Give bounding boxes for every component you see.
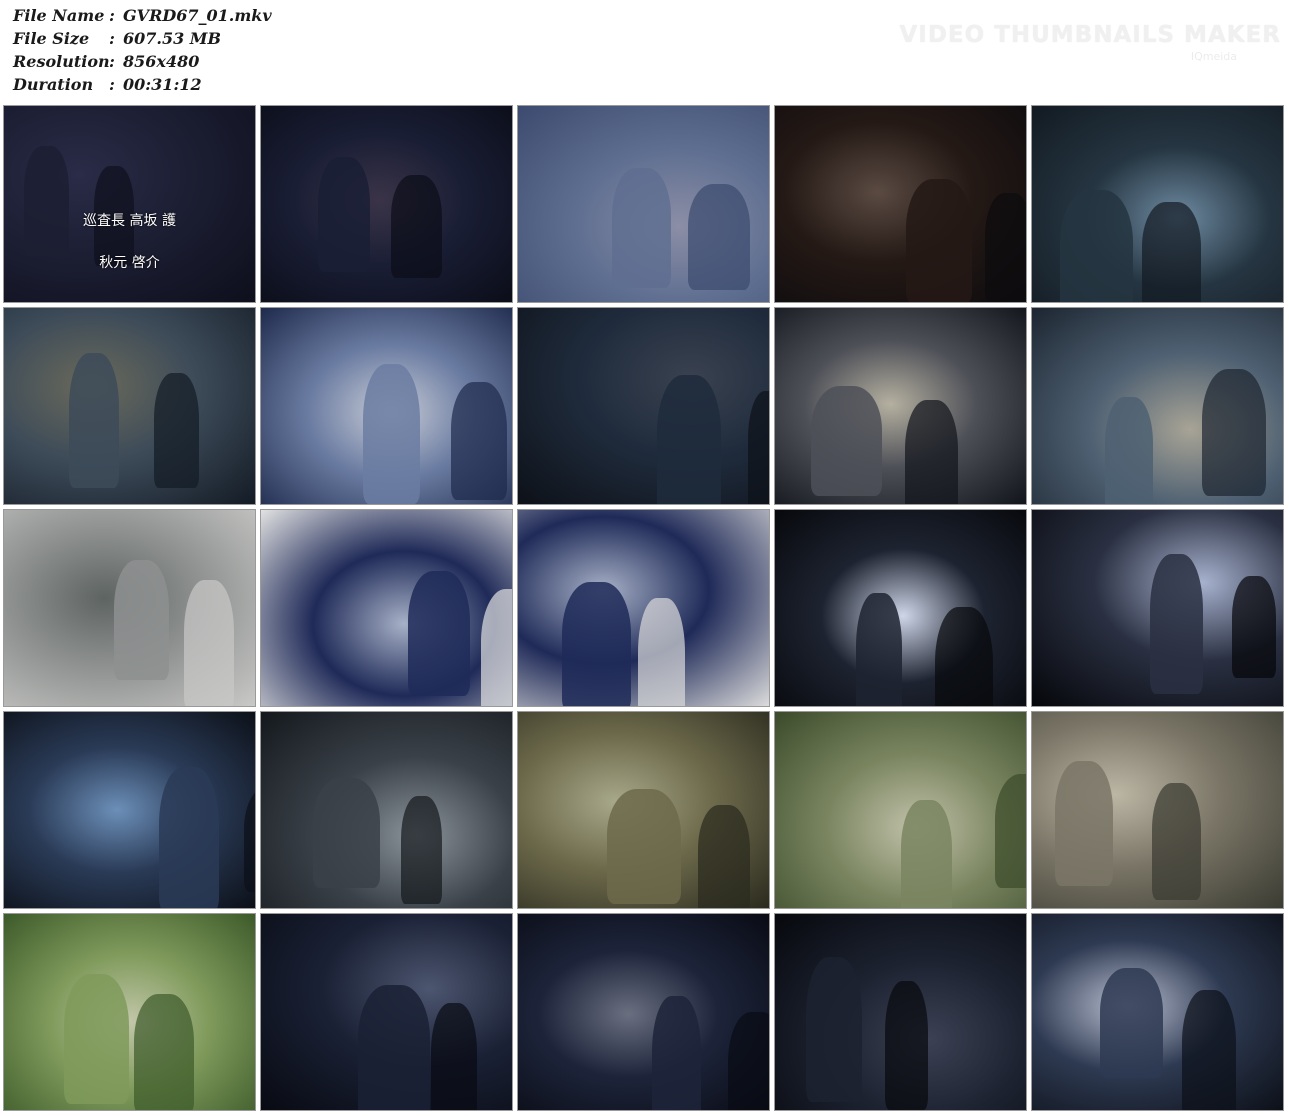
figure-silhouette <box>1152 783 1201 900</box>
thumbnail-gasmask-night <box>3 711 256 909</box>
thumbnail-van-door-night <box>1031 509 1284 707</box>
figure-silhouette <box>856 593 902 706</box>
figure-silhouette <box>1232 576 1276 678</box>
figure-silhouette <box>451 382 507 500</box>
figure-silhouette <box>688 184 750 290</box>
figure-silhouette <box>184 580 234 706</box>
figure-silhouette <box>698 805 750 908</box>
figure-silhouette <box>1150 554 1203 694</box>
figure-silhouette <box>905 400 958 504</box>
figure-silhouette <box>24 146 69 256</box>
figure-silhouette <box>885 981 928 1110</box>
figure-silhouette <box>748 391 769 504</box>
figure-silhouette <box>1055 761 1113 886</box>
figure-silhouette <box>401 796 442 904</box>
figure-silhouette <box>906 179 972 302</box>
thumbnail-hanging-scaffold-night <box>774 105 1027 303</box>
figure-silhouette <box>154 373 199 488</box>
file-info: File Name : GVRD67_01.mkv File Size : 60… <box>13 6 272 98</box>
figure-silhouette <box>431 1003 477 1110</box>
info-label: File Size <box>13 29 90 48</box>
figure-silhouette <box>728 1012 769 1110</box>
watermark-subtitle: IQmeida <box>1190 50 1237 63</box>
thumbnail-officer-woman-night-2 <box>517 913 770 1111</box>
figure-silhouette <box>607 789 681 904</box>
info-value: 607.53 MB <box>123 29 222 48</box>
figure-silhouette <box>995 774 1026 888</box>
figure-silhouette <box>114 560 169 680</box>
thumbnail-hanging-tilted <box>3 307 256 505</box>
thumbnail-police-officers-day <box>260 509 513 707</box>
thumbnail-scaffold-soldiers-night <box>1031 105 1284 303</box>
info-row-duration: Duration : 00:31:12 <box>13 75 272 98</box>
thumbnail-van-soldier-night <box>260 711 513 909</box>
figure-silhouette <box>985 193 1026 302</box>
figure-silhouette <box>612 168 671 288</box>
figure-silhouette <box>481 589 512 706</box>
figure-silhouette <box>1142 202 1201 302</box>
info-value: GVRD67_01.mkv <box>123 6 272 25</box>
thumbnail-soldiers-dark-closeup <box>517 307 770 505</box>
figure-silhouette <box>1100 968 1163 1078</box>
info-value: 856x480 <box>123 52 200 71</box>
figure-silhouette <box>391 175 442 278</box>
thumbnail-hands-bound-overhead <box>517 105 770 303</box>
thumbnail-chains-outdoor <box>1031 711 1284 909</box>
figure-silhouette <box>1105 397 1153 504</box>
figure-silhouette <box>1060 190 1133 302</box>
thumbnail-officer-woman-night <box>260 913 513 1111</box>
thumbnail-van-headlights-night <box>774 509 1027 707</box>
info-label: File Name <box>13 6 105 25</box>
info-separator: : <box>109 29 115 48</box>
figure-silhouette <box>244 787 255 892</box>
header: File Name : GVRD67_01.mkv File Size : 60… <box>0 0 1289 104</box>
info-row-file-name: File Name : GVRD67_01.mkv <box>13 6 272 29</box>
figure-silhouette <box>69 353 119 488</box>
figure-silhouette <box>638 598 685 706</box>
info-label: Duration <box>13 75 94 94</box>
figure-silhouette <box>363 364 420 504</box>
figure-silhouette <box>901 800 952 908</box>
figure-silhouette <box>358 985 430 1110</box>
figure-silhouette <box>64 974 129 1104</box>
thumbnail-masked-man-outdoor <box>517 711 770 909</box>
thumbnail-fence-fight <box>3 913 256 1111</box>
figure-silhouette <box>1182 990 1236 1110</box>
figure-silhouette <box>313 778 380 888</box>
info-separator: : <box>109 52 115 71</box>
thumbnail-field-walk <box>774 711 1027 909</box>
figure-silhouette <box>935 607 993 706</box>
figure-silhouette <box>806 957 862 1102</box>
thumbnail-city-skyline <box>3 509 256 707</box>
figure-silhouette <box>562 582 631 706</box>
thumbnail-grid: 巡査長 高坂 護秋元 啓介 <box>3 105 1286 1113</box>
thumbnail-struggle-night <box>774 913 1027 1111</box>
credit-caption: 巡査長 高坂 護 <box>83 213 176 229</box>
thumbnail-woman-with-gun-dark <box>260 105 513 303</box>
figure-silhouette <box>811 386 882 496</box>
thumbnail-dark-credits: 巡査長 高坂 護秋元 啓介 <box>3 105 256 303</box>
figure-silhouette <box>159 767 219 908</box>
info-label: Resolution <box>13 52 110 71</box>
figure-silhouette <box>652 996 701 1110</box>
info-value: 00:31:12 <box>123 75 202 94</box>
info-separator: : <box>109 6 115 25</box>
figure-silhouette <box>408 571 470 696</box>
figure-silhouette <box>657 375 721 504</box>
figure-silhouette <box>134 994 194 1110</box>
figure-silhouette <box>318 157 370 272</box>
credit-caption: 秋元 啓介 <box>99 255 160 271</box>
watermark-title: VIDEO THUMBNAILS MAKER <box>899 22 1281 48</box>
figure-silhouette <box>1202 369 1266 496</box>
thumbnail-closeup-bound-woman <box>260 307 513 505</box>
info-row-file-size: File Size : 607.53 MB <box>13 29 272 52</box>
thumbnail-scaffold-smoke <box>1031 307 1284 505</box>
info-row-resolution: Resolution : 856x480 <box>13 52 272 75</box>
thumbnail-police-salute-day <box>517 509 770 707</box>
info-separator: : <box>109 75 115 94</box>
thumbnail-woman-ground-night <box>1031 913 1284 1111</box>
thumbnail-cabin-light-soldiers <box>774 307 1027 505</box>
